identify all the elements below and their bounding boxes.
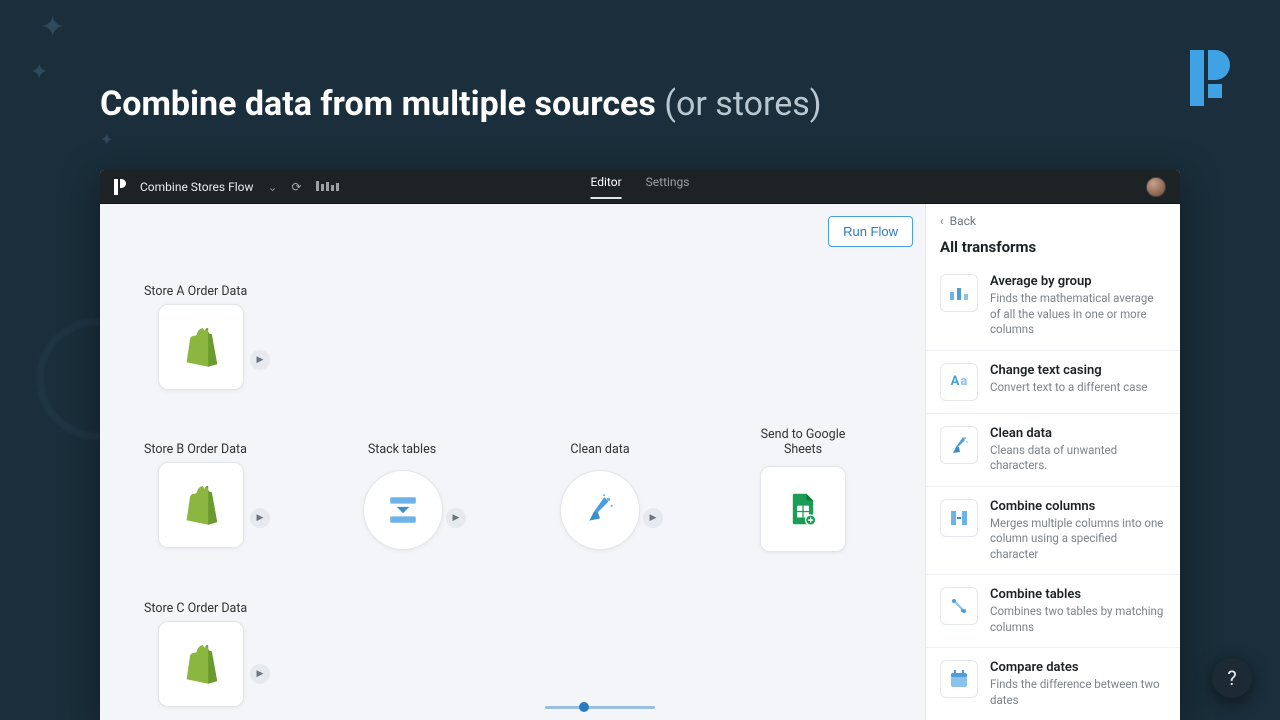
chart-icon[interactable] (316, 179, 340, 194)
transform-name: Clean data (990, 426, 1166, 441)
shopify-icon (183, 644, 219, 684)
transform-item-clean-data[interactable]: Clean data Cleans data of unwanted chara… (926, 414, 1180, 487)
flow-name[interactable]: Combine Stores Flow (140, 180, 253, 194)
transform-name: Average by group (990, 274, 1166, 289)
play-icon[interactable]: ▶ (250, 664, 270, 684)
flow-canvas[interactable]: Run Flow Store A Order Data ▶ Store B Or… (100, 204, 925, 720)
node-label-sheets: Send to Google Sheets (748, 427, 858, 457)
app-frame: Combine Stores Flow ⌄ ⟳ Editor Settings … (100, 170, 1180, 720)
tab-settings[interactable]: Settings (646, 175, 690, 199)
node-label-store-c: Store C Order Data (144, 601, 284, 616)
node-label-sheets-line2: Sheets (784, 442, 822, 457)
transform-desc: Merges multiple columns into one column … (990, 516, 1166, 563)
node-store-b[interactable] (158, 462, 244, 548)
header-tabs: Editor Settings (591, 175, 690, 199)
avatar[interactable] (1146, 177, 1166, 197)
sparkle-decoration: ✦ (30, 60, 48, 85)
transform-desc: Cleans data of unwanted characters. (990, 443, 1166, 474)
node-label-stack: Stack tables (352, 442, 452, 457)
zoom-slider[interactable] (545, 700, 655, 714)
back-label: Back (950, 214, 976, 228)
calendar-icon (940, 660, 978, 698)
transforms-sidebar: ‹ Back All transforms Average by group F… (925, 204, 1180, 720)
sparkle-decoration: ✦ (100, 130, 113, 149)
node-stack-tables[interactable] (363, 470, 443, 550)
transform-name: Combine columns (990, 499, 1166, 514)
transform-item-compare-dates[interactable]: Compare dates Finds the difference betwe… (926, 648, 1180, 718)
refresh-icon[interactable]: ⟳ (292, 180, 302, 194)
shopify-icon (183, 327, 219, 367)
transform-item-combine-tables[interactable]: Combine tables Combines two tables by ma… (926, 575, 1180, 648)
brand-logo (1190, 50, 1230, 106)
page-title-suffix: (or stores) (656, 84, 822, 124)
transform-item-change-text-casing[interactable]: Aa Change text casing Convert text to a … (926, 351, 1180, 414)
play-icon[interactable]: ▶ (446, 508, 466, 528)
tab-editor[interactable]: Editor (591, 175, 622, 199)
play-icon[interactable]: ▶ (643, 508, 663, 528)
app-logo-icon (114, 179, 126, 195)
transform-desc: Convert text to a different case (990, 380, 1148, 396)
bar-chart-icon (940, 274, 978, 312)
node-label-store-b: Store B Order Data (144, 442, 284, 457)
node-label-sheets-line1: Send to Google (761, 427, 846, 442)
flow-connectors (100, 204, 400, 354)
transforms-list[interactable]: Average by group Finds the mathematical … (926, 262, 1180, 718)
shopify-icon (183, 485, 219, 525)
wand-icon (583, 493, 617, 527)
node-store-c[interactable] (158, 621, 244, 707)
combine-columns-icon (940, 499, 978, 537)
transform-item-combine-columns[interactable]: Combine columns Merges multiple columns … (926, 487, 1180, 576)
chevron-left-icon: ‹ (940, 214, 944, 228)
node-clean-data[interactable] (560, 470, 640, 550)
transform-name: Change text casing (990, 363, 1148, 378)
wand-icon (940, 426, 978, 464)
transform-desc: Finds the mathematical average of all th… (990, 291, 1166, 338)
transform-name: Compare dates (990, 660, 1166, 675)
app-toolbar: Combine Stores Flow ⌄ ⟳ Editor Settings (100, 170, 1180, 204)
transform-name: Combine tables (990, 587, 1166, 602)
transform-desc: Combines two tables by matching columns (990, 604, 1166, 635)
chevron-down-icon[interactable]: ⌄ (267, 180, 277, 194)
text-casing-icon: Aa (940, 363, 978, 401)
node-label-clean: Clean data (550, 442, 650, 457)
sparkle-decoration: ✦ (40, 10, 65, 45)
play-icon[interactable]: ▶ (250, 350, 270, 370)
combine-tables-icon (940, 587, 978, 625)
run-flow-button[interactable]: Run Flow (828, 216, 913, 247)
node-label-store-a: Store A Order Data (144, 284, 284, 299)
back-button[interactable]: ‹ Back (926, 204, 1180, 238)
stack-icon (386, 493, 420, 527)
transform-item-average-by-group[interactable]: Average by group Finds the mathematical … (926, 262, 1180, 351)
transform-desc: Finds the difference between two dates (990, 677, 1166, 708)
node-google-sheets[interactable] (760, 466, 846, 552)
node-store-a[interactable] (158, 304, 244, 390)
play-icon[interactable]: ▶ (250, 508, 270, 528)
page-title: Combine data from multiple sources (or s… (100, 84, 822, 124)
page-title-main: Combine data from multiple sources (100, 84, 656, 124)
sheets-icon (786, 492, 820, 526)
help-button[interactable]: ? (1212, 658, 1252, 698)
sidebar-title: All transforms (926, 238, 1180, 262)
